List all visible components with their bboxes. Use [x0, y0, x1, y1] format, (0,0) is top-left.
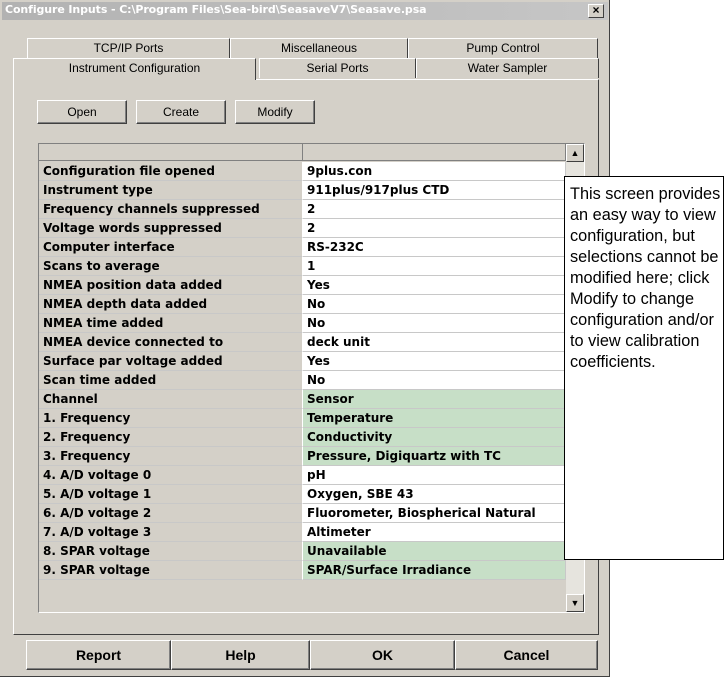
grid-row[interactable]: 6. A/D voltage 2 Fluorometer, Biospherica…: [39, 504, 566, 523]
grid-value-cell: Fluorometer, Biospherical Natural: [303, 504, 566, 523]
grid-row[interactable]: Scan time added No: [39, 371, 566, 390]
grid-row[interactable]: 2. Frequency Conductivity: [39, 428, 566, 447]
grid-value-cell: 1: [303, 257, 566, 276]
grid-key-cell: Computer interface: [39, 238, 303, 257]
tab-water-sampler[interactable]: Water Sampler: [416, 58, 599, 78]
grid-key-cell: Instrument type: [39, 181, 303, 200]
grid-row[interactable]: NMEA depth data added No: [39, 295, 566, 314]
grid-key-cell: NMEA position data added: [39, 276, 303, 295]
create-button[interactable]: Create: [136, 100, 226, 124]
grid-key-cell: Surface par voltage added: [39, 352, 303, 371]
grid-value-cell: Yes: [303, 276, 566, 295]
grid-row[interactable]: 4. A/D voltage 0 pH: [39, 466, 566, 485]
grid-row[interactable]: NMEA time added No: [39, 314, 566, 333]
tab-tcpip-ports[interactable]: TCP/IP Ports: [27, 38, 230, 58]
grid-row[interactable]: Configuration file opened 9plus.con: [39, 162, 566, 181]
grid-row[interactable]: Instrument type 911plus/917plus CTD: [39, 181, 566, 200]
configure-inputs-dialog: Configure Inputs - C:\Program Files\Sea-…: [0, 0, 610, 677]
tab-pump-control[interactable]: Pump Control: [408, 38, 598, 58]
grid-key-cell: 4. A/D voltage 0: [39, 466, 303, 485]
grid-row[interactable]: NMEA position data added Yes: [39, 276, 566, 295]
grid-value-cell: 2: [303, 200, 566, 219]
grid-value-cell: Conductivity: [303, 428, 566, 447]
grid-value-cell: No: [303, 295, 566, 314]
grid-value-cell: RS-232C: [303, 238, 566, 257]
tab-miscellaneous[interactable]: Miscellaneous: [230, 38, 408, 58]
tab-instrument-configuration[interactable]: Instrument Configuration: [13, 58, 256, 80]
tab-serial-ports[interactable]: Serial Ports: [259, 58, 416, 78]
scroll-up-button[interactable]: ▲: [566, 144, 584, 162]
grid-row[interactable]: NMEA device connected to deck unit: [39, 333, 566, 352]
grid-key-cell: 5. A/D voltage 1: [39, 485, 303, 504]
modify-button[interactable]: Modify: [235, 100, 315, 124]
grid-key-cell: Configuration file opened: [39, 162, 303, 181]
grid-key-cell: Scans to average: [39, 257, 303, 276]
report-button[interactable]: Report: [26, 640, 171, 670]
grid-key-cell: NMEA time added: [39, 314, 303, 333]
grid-value-cell: No: [303, 314, 566, 333]
grid-key-cell: Voltage words suppressed: [39, 219, 303, 238]
grid-key-cell: 9. SPAR voltage: [39, 561, 303, 580]
grid-key-cell: 7. A/D voltage 3: [39, 523, 303, 542]
grid-value-cell: No: [303, 371, 566, 390]
scroll-down-button[interactable]: ▼: [566, 594, 584, 612]
grid-row[interactable]: Voltage words suppressed 2: [39, 219, 566, 238]
grid-key-cell: 3. Frequency: [39, 447, 303, 466]
grid-key-cell: Channel: [39, 390, 303, 409]
grid-key-cell: NMEA depth data added: [39, 295, 303, 314]
window-title: Configure Inputs - C:\Program Files\Sea-…: [5, 3, 427, 16]
grid-value-cell: 9plus.con: [303, 162, 566, 181]
grid-key-cell: 1. Frequency: [39, 409, 303, 428]
grid-row[interactable]: Surface par voltage added Yes: [39, 352, 566, 371]
grid-value-cell: Altimeter: [303, 523, 566, 542]
title-bar[interactable]: Configure Inputs - C:\Program Files\Sea-…: [2, 2, 608, 20]
grid-header-value: [303, 144, 566, 161]
grid-value-cell: SPAR/Surface Irradiance: [303, 561, 566, 580]
grid-row[interactable]: 1. Frequency Temperature: [39, 409, 566, 428]
grid-value-cell: Sensor: [303, 390, 566, 409]
grid-key-cell: 6. A/D voltage 2: [39, 504, 303, 523]
grid-row[interactable]: Frequency channels suppressed 2: [39, 200, 566, 219]
configuration-grid: Configuration file opened 9plus.con Instru…: [38, 143, 585, 613]
grid-value-cell: 911plus/917plus CTD: [303, 181, 566, 200]
grid-row[interactable]: Channel Sensor: [39, 390, 566, 409]
callout-text: This screen provides an easy way to view…: [570, 185, 721, 371]
help-button[interactable]: Help: [171, 640, 310, 670]
grid-value-cell: Temperature: [303, 409, 566, 428]
arrow-up-icon: ▲: [570, 148, 580, 158]
grid-key-cell: 8. SPAR voltage: [39, 542, 303, 561]
annotation-callout: This screen provides an easy way to view…: [564, 176, 724, 560]
grid-row[interactable]: 7. A/D voltage 3 Altimeter: [39, 523, 566, 542]
grid-row[interactable]: 3. Frequency Pressure, Digiquartz with TC: [39, 447, 566, 466]
grid-key-cell: Frequency channels suppressed: [39, 200, 303, 219]
grid-key-cell: 2. Frequency: [39, 428, 303, 447]
grid-value-cell: Yes: [303, 352, 566, 371]
grid-key-cell: NMEA device connected to: [39, 333, 303, 352]
grid-value-cell: pH: [303, 466, 566, 485]
grid-row[interactable]: Computer interface RS-232C: [39, 238, 566, 257]
grid-row[interactable]: 9. SPAR voltage SPAR/Surface Irradiance: [39, 561, 566, 580]
grid-key-cell: Scan time added: [39, 371, 303, 390]
ok-button[interactable]: OK: [310, 640, 455, 670]
open-button[interactable]: Open: [37, 100, 127, 124]
grid-row[interactable]: 8. SPAR voltage Unavailable: [39, 542, 566, 561]
arrow-down-icon: ▼: [570, 598, 580, 608]
grid-row[interactable]: Scans to average 1: [39, 257, 566, 276]
cancel-button[interactable]: Cancel: [455, 640, 598, 670]
grid-value-cell: Unavailable: [303, 542, 566, 561]
grid-value-cell: Pressure, Digiquartz with TC: [303, 447, 566, 466]
grid-header: [39, 144, 566, 162]
close-icon: ×: [592, 3, 600, 17]
close-button[interactable]: ×: [588, 4, 604, 18]
grid-row[interactable]: 5. A/D voltage 1 Oxygen, SBE 43: [39, 485, 566, 504]
grid-header-key: [39, 144, 303, 161]
grid-value-cell: 2: [303, 219, 566, 238]
grid-value-cell: Oxygen, SBE 43: [303, 485, 566, 504]
grid-value-cell: deck unit: [303, 333, 566, 352]
